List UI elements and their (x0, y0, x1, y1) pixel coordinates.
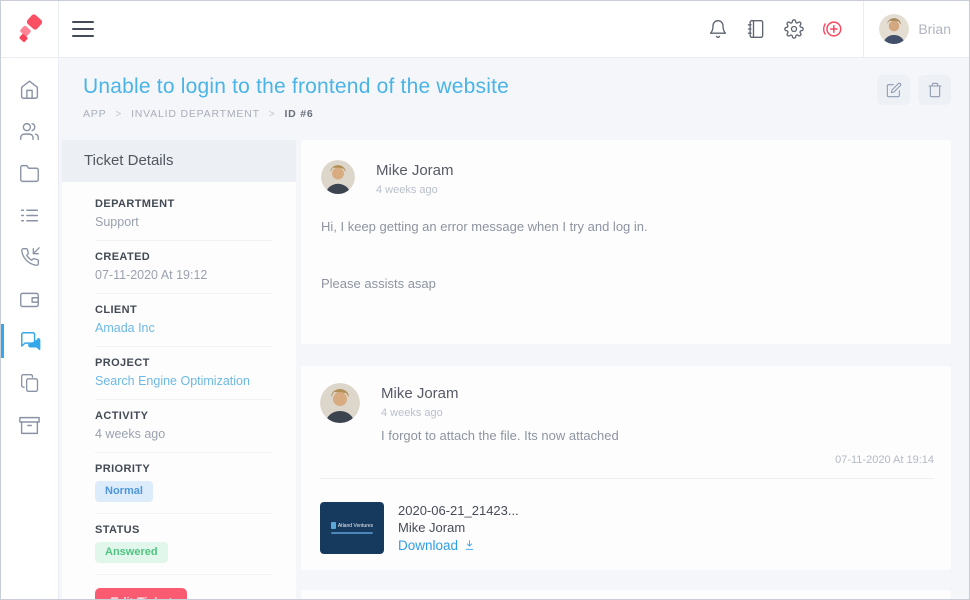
sidebar-item-tickets[interactable] (1, 320, 58, 362)
field-created: CREATED 07-11-2020 At 19:12 (95, 241, 272, 294)
breadcrumb-department[interactable]: INVALID DEPARTMENT (131, 108, 260, 120)
project-link[interactable]: Search Engine Optimization (95, 374, 272, 388)
chat-icon (19, 330, 41, 352)
user-menu[interactable]: Brian (863, 1, 969, 57)
user-avatar (879, 14, 909, 44)
field-label: CREATED (95, 251, 272, 263)
folder-icon (19, 163, 40, 184)
field-value: 07-11-2020 At 19:12 (95, 268, 272, 282)
message-card: Mike Joram 4 weeks ago Hi, I keep gettin… (301, 140, 951, 344)
app-logo[interactable] (1, 1, 59, 57)
sidebar-item-tasks[interactable] (1, 194, 58, 236)
message-card-partial (301, 590, 951, 599)
documents-icon (20, 373, 40, 393)
sender-avatar (320, 383, 360, 423)
main-content: Unable to login to the frontend of the w… (59, 58, 969, 599)
message-time: 4 weeks ago (376, 184, 454, 196)
attachment-filename: 2020-06-21_21423... (398, 503, 519, 518)
notebook-icon[interactable] (737, 10, 775, 48)
sidebar-nav (1, 58, 59, 599)
message-text: Hi, I keep getting an error message when… (321, 219, 927, 234)
attachment-thumbnail[interactable]: Atland Ventures (320, 502, 384, 554)
field-label: ACTIVITY (95, 410, 272, 422)
download-link[interactable]: Download (398, 538, 519, 553)
delete-ticket-icon-button[interactable] (918, 75, 951, 105)
incoming-call-icon (20, 247, 40, 267)
sidebar-item-documents[interactable] (1, 362, 58, 404)
breadcrumb-separator: > (269, 109, 276, 120)
sender-name: Mike Joram (376, 160, 454, 179)
message-card: Mike Joram 4 weeks ago I forgot to attac… (301, 366, 951, 570)
gear-icon[interactable] (775, 10, 813, 48)
sidebar-item-users[interactable] (1, 110, 58, 152)
sidebar-item-calls[interactable] (1, 236, 58, 278)
message-text: I forgot to attach the file. Its now att… (381, 428, 619, 443)
sidebar-item-payments[interactable] (1, 278, 58, 320)
message-timestamp: 07-11-2020 At 19:14 (320, 454, 934, 466)
field-label: CLIENT (95, 304, 272, 316)
list-icon (19, 205, 40, 226)
field-label: PRIORITY (95, 463, 272, 475)
edit-ticket-icon-button[interactable] (877, 75, 910, 105)
attachment-uploader: Mike Joram (398, 520, 519, 535)
breadcrumb: APP > INVALID DEPARTMENT > ID #6 (83, 108, 509, 120)
menu-toggle-button[interactable] (72, 21, 94, 37)
field-status: STATUS Answered (95, 514, 272, 575)
bell-icon[interactable] (699, 10, 737, 48)
download-icon (463, 539, 476, 552)
top-header: Brian (1, 1, 969, 58)
create-new-icon[interactable] (813, 10, 851, 48)
breadcrumb-ticket-id: ID #6 (284, 108, 313, 120)
field-client: CLIENT Amada Inc (95, 294, 272, 347)
thumbnail-tagline (331, 532, 373, 534)
field-activity: ACTIVITY 4 weeks ago (95, 400, 272, 453)
trash-icon (927, 82, 943, 98)
thumbnail-logo-icon (331, 522, 336, 529)
brand-logo-icon (15, 14, 45, 44)
home-icon (19, 79, 40, 100)
field-label: DEPARTMENT (95, 198, 272, 210)
message-text: Please assists asap (321, 276, 927, 291)
field-priority: PRIORITY Normal (95, 453, 272, 514)
thumbnail-text: Atland Ventures (338, 523, 373, 529)
field-label: STATUS (95, 524, 272, 536)
priority-badge: Normal (95, 481, 153, 502)
ticket-details-title: Ticket Details (62, 140, 296, 182)
sidebar-item-archive[interactable] (1, 404, 58, 446)
header-actions: Brian (699, 1, 969, 57)
edit-pencil-icon (886, 82, 902, 98)
client-link[interactable]: Amada Inc (95, 321, 272, 335)
breadcrumb-app[interactable]: APP (83, 108, 106, 120)
attachment: Atland Ventures 2020-06-21_21423... Mike… (320, 502, 934, 554)
sender-name: Mike Joram (381, 383, 619, 402)
user-name: Brian (918, 21, 951, 37)
field-project: PROJECT Search Engine Optimization (95, 347, 272, 400)
app-window: Brian (0, 0, 970, 600)
sidebar-item-home[interactable] (1, 68, 58, 110)
message-time: 4 weeks ago (381, 407, 619, 419)
field-value: Support (95, 215, 272, 229)
ticket-details-panel: Ticket Details DEPARTMENT Support CREATE… (62, 140, 296, 599)
field-department: DEPARTMENT Support (95, 188, 272, 241)
field-label: PROJECT (95, 357, 272, 369)
divider (320, 478, 934, 479)
download-label: Download (398, 538, 458, 553)
sender-avatar (321, 160, 355, 194)
field-value: 4 weeks ago (95, 427, 272, 441)
status-badge: Answered (95, 542, 168, 563)
wallet-icon (19, 289, 40, 310)
edit-ticket-button[interactable]: Edit Ticket (95, 588, 187, 599)
users-icon (19, 121, 40, 142)
sidebar-item-projects[interactable] (1, 152, 58, 194)
breadcrumb-separator: > (115, 109, 122, 120)
page-title: Unable to login to the frontend of the w… (83, 75, 509, 99)
message-thread: Mike Joram 4 weeks ago Hi, I keep gettin… (301, 140, 951, 599)
archive-icon (19, 415, 40, 436)
